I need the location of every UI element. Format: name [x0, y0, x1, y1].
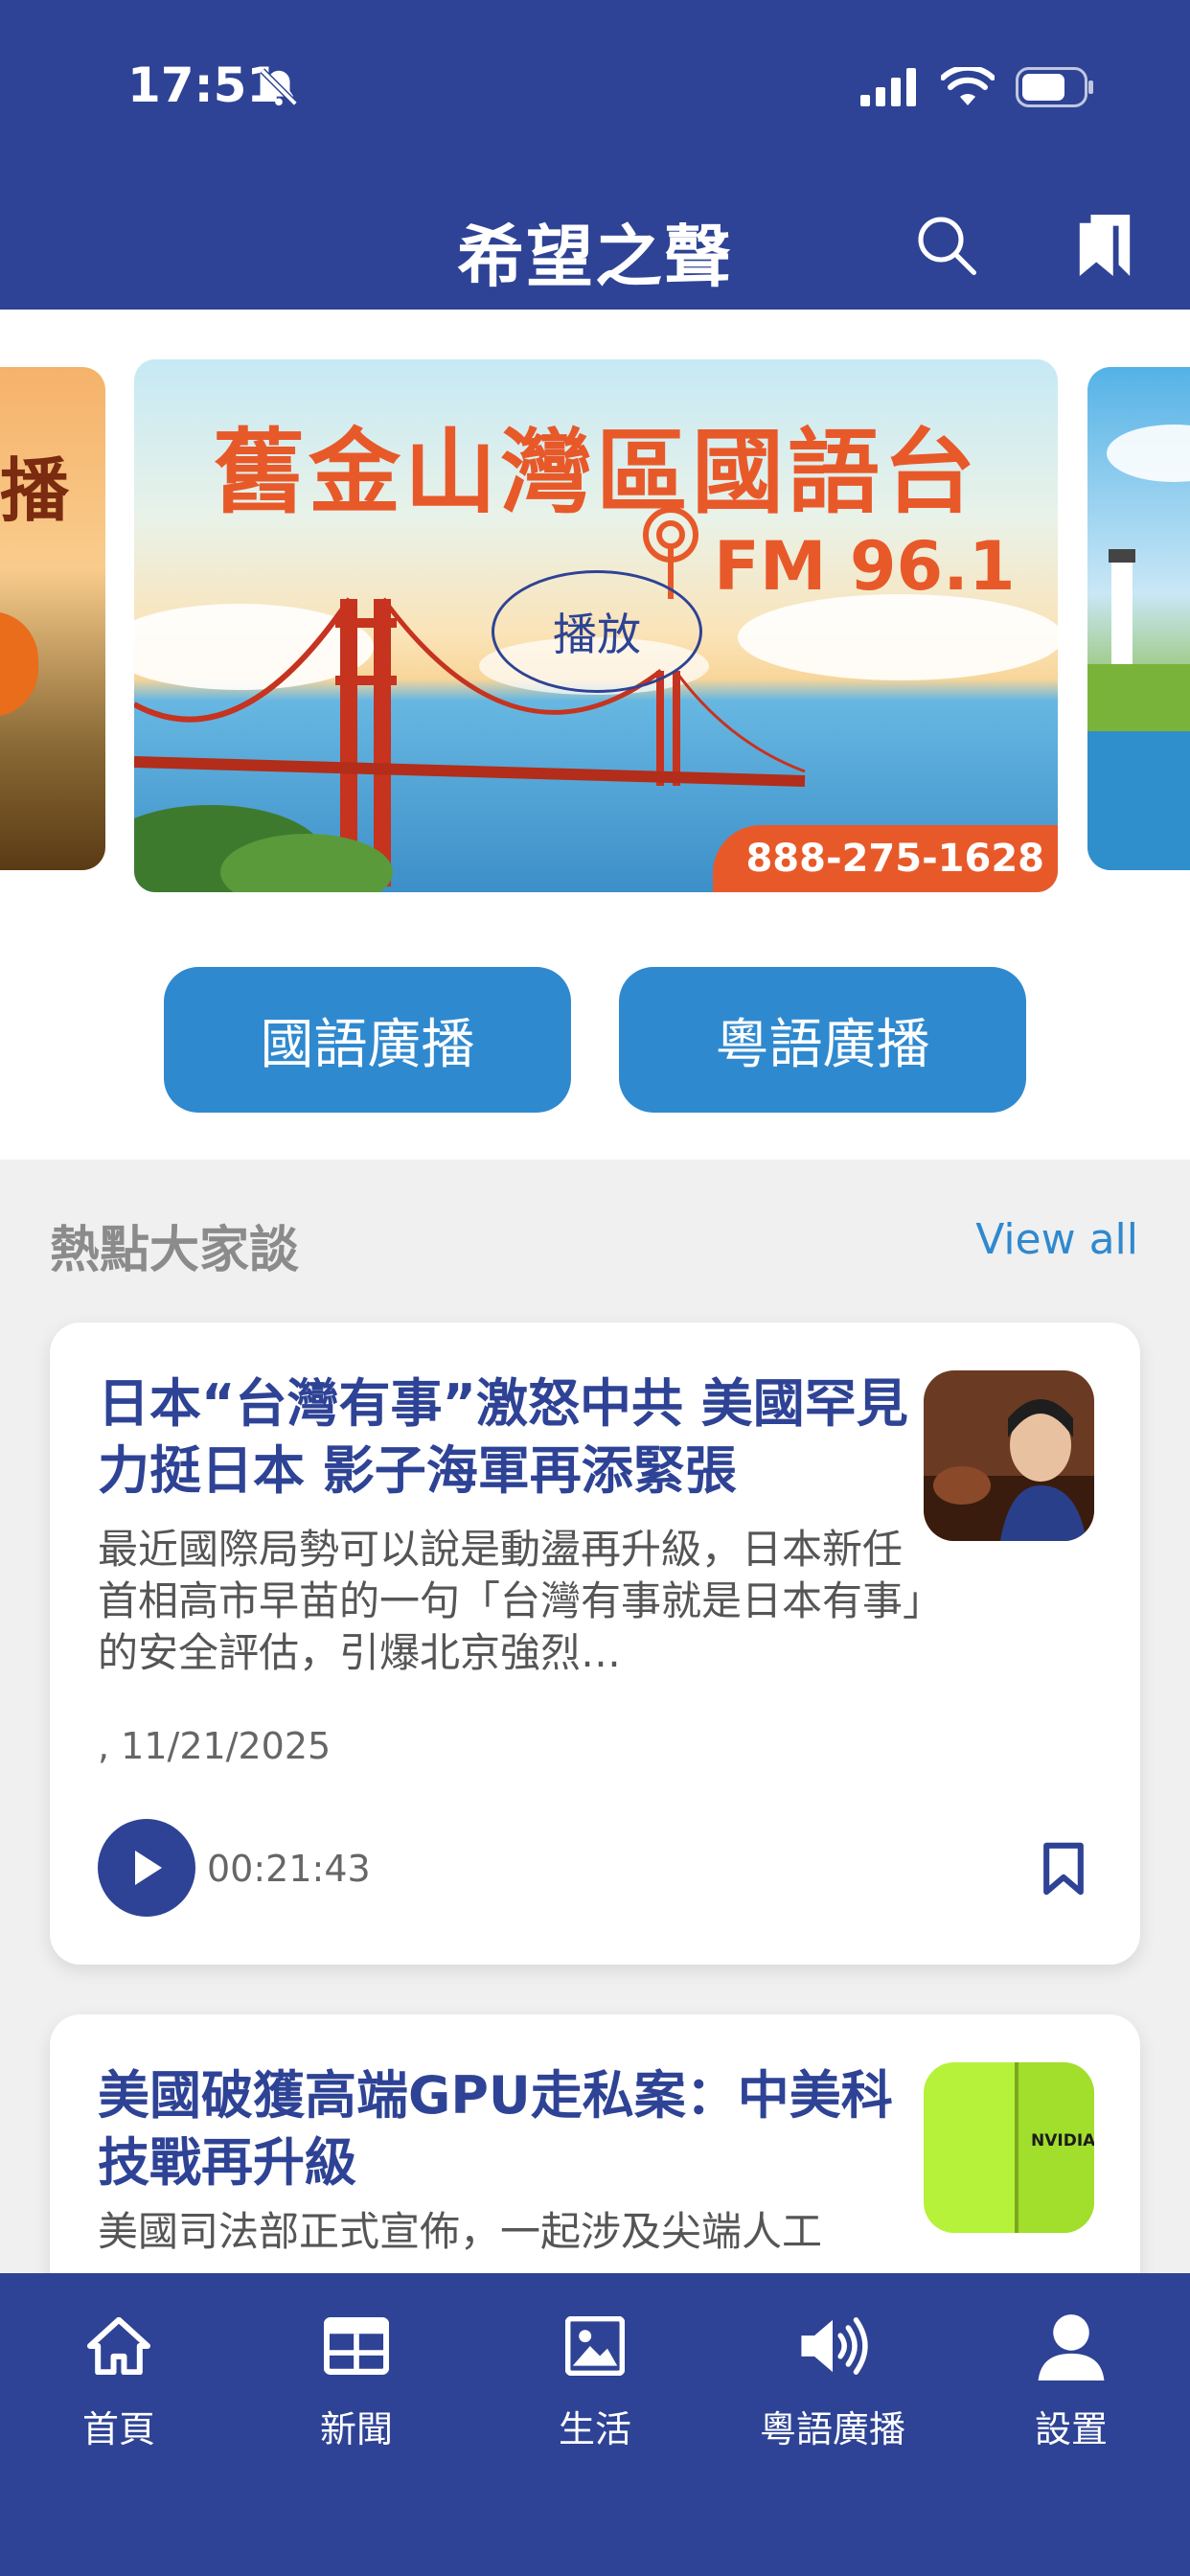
banner-slide-prev[interactable]: 播	[0, 367, 105, 870]
bookmark-icon[interactable]	[1039, 1842, 1088, 1896]
silent-bell-icon	[260, 68, 298, 106]
tab-news[interactable]: 新聞	[238, 2302, 475, 2474]
lighthouse-illustration	[1087, 425, 1190, 870]
mandarin-broadcast-button[interactable]: 國語廣播	[164, 967, 571, 1113]
view-all-link[interactable]: View all	[975, 1215, 1138, 1264]
banner-frequency: FM 96.1	[714, 527, 1016, 606]
play-button[interactable]	[98, 1819, 195, 1917]
banner-title: 舊金山灣區國語台	[213, 419, 979, 526]
status-icons	[860, 67, 1094, 107]
thumb-brand-text: NVIDIA.	[1031, 2131, 1094, 2150]
signal-icon	[860, 68, 916, 106]
user-icon	[1038, 2314, 1105, 2380]
banner-slide-current[interactable]: 舊金山灣區國語台 FM 96.1 播放 888-275-1628	[134, 359, 1058, 892]
bookmarks-icon	[1079, 215, 1131, 276]
card-thumbnail	[924, 1370, 1094, 1541]
cantonese-broadcast-button[interactable]: 粵語廣播	[619, 967, 1026, 1113]
banner-slide-next[interactable]	[1087, 367, 1190, 870]
tab-cantonese-broadcast[interactable]: 粵語廣播	[714, 2302, 951, 2474]
banner-play-button[interactable]: 播放	[492, 570, 702, 693]
image-icon	[565, 2316, 625, 2376]
top-header: 17:51 希望之聲	[0, 0, 1190, 310]
app-title: 希望之聲	[457, 218, 733, 296]
battery-icon	[1016, 67, 1093, 107]
bookmarks-button[interactable]	[1068, 209, 1141, 282]
search-button[interactable]	[910, 209, 983, 282]
search-icon	[918, 217, 977, 276]
card-excerpt: 美國司法部正式宣佈，一起涉及尖端人工	[98, 2208, 823, 2255]
card-thumbnail: NVIDIA.	[924, 2062, 1094, 2233]
tab-settings[interactable]: 設置	[952, 2302, 1190, 2474]
tab-home[interactable]: 首頁	[0, 2302, 238, 2474]
play-icon	[135, 1851, 162, 1885]
banner-phone: 888-275-1628	[713, 825, 1058, 892]
banner-play-label: 播放	[553, 609, 641, 660]
speaker-photo	[924, 1370, 1094, 1541]
card-excerpt: 最近國際局勢可以說是動盪再升級，日本新任首相高市早苗的一句「台灣有事就是日本有事…	[98, 1526, 924, 1676]
newspaper-icon	[324, 2317, 389, 2375]
section-title: 熱點大家談	[50, 1222, 300, 1279]
podcast-card[interactable]: 日本“台灣有事”激怒中共 美國罕見力挺日本 影子海軍再添緊張 最近國際局勢可以說…	[50, 1322, 1140, 1965]
speaker-icon	[801, 2317, 868, 2375]
card-title[interactable]: 美國破獲高端GPU走私案：中美科技戰再升級	[98, 2062, 931, 2196]
home-icon	[87, 2317, 150, 2375]
banner-carousel[interactable]: 播 舊金山灣區國語台 FM 96.1 播放 888-275-1628 國語廣播 …	[0, 310, 1190, 1160]
bottom-tab-bar: 首頁 新聞 生活 粵語廣播 設置	[0, 2273, 1190, 2576]
card-duration: 00:21:43	[207, 1848, 371, 1890]
tab-life[interactable]: 生活	[476, 2302, 714, 2474]
card-date: , 11/21/2025	[98, 1725, 332, 1767]
card-title[interactable]: 日本“台灣有事”激怒中共 美國罕見力挺日本 影子海軍再添緊張	[98, 1370, 931, 1505]
wifi-icon	[941, 67, 995, 105]
slide-left-text: 播	[0, 450, 70, 531]
